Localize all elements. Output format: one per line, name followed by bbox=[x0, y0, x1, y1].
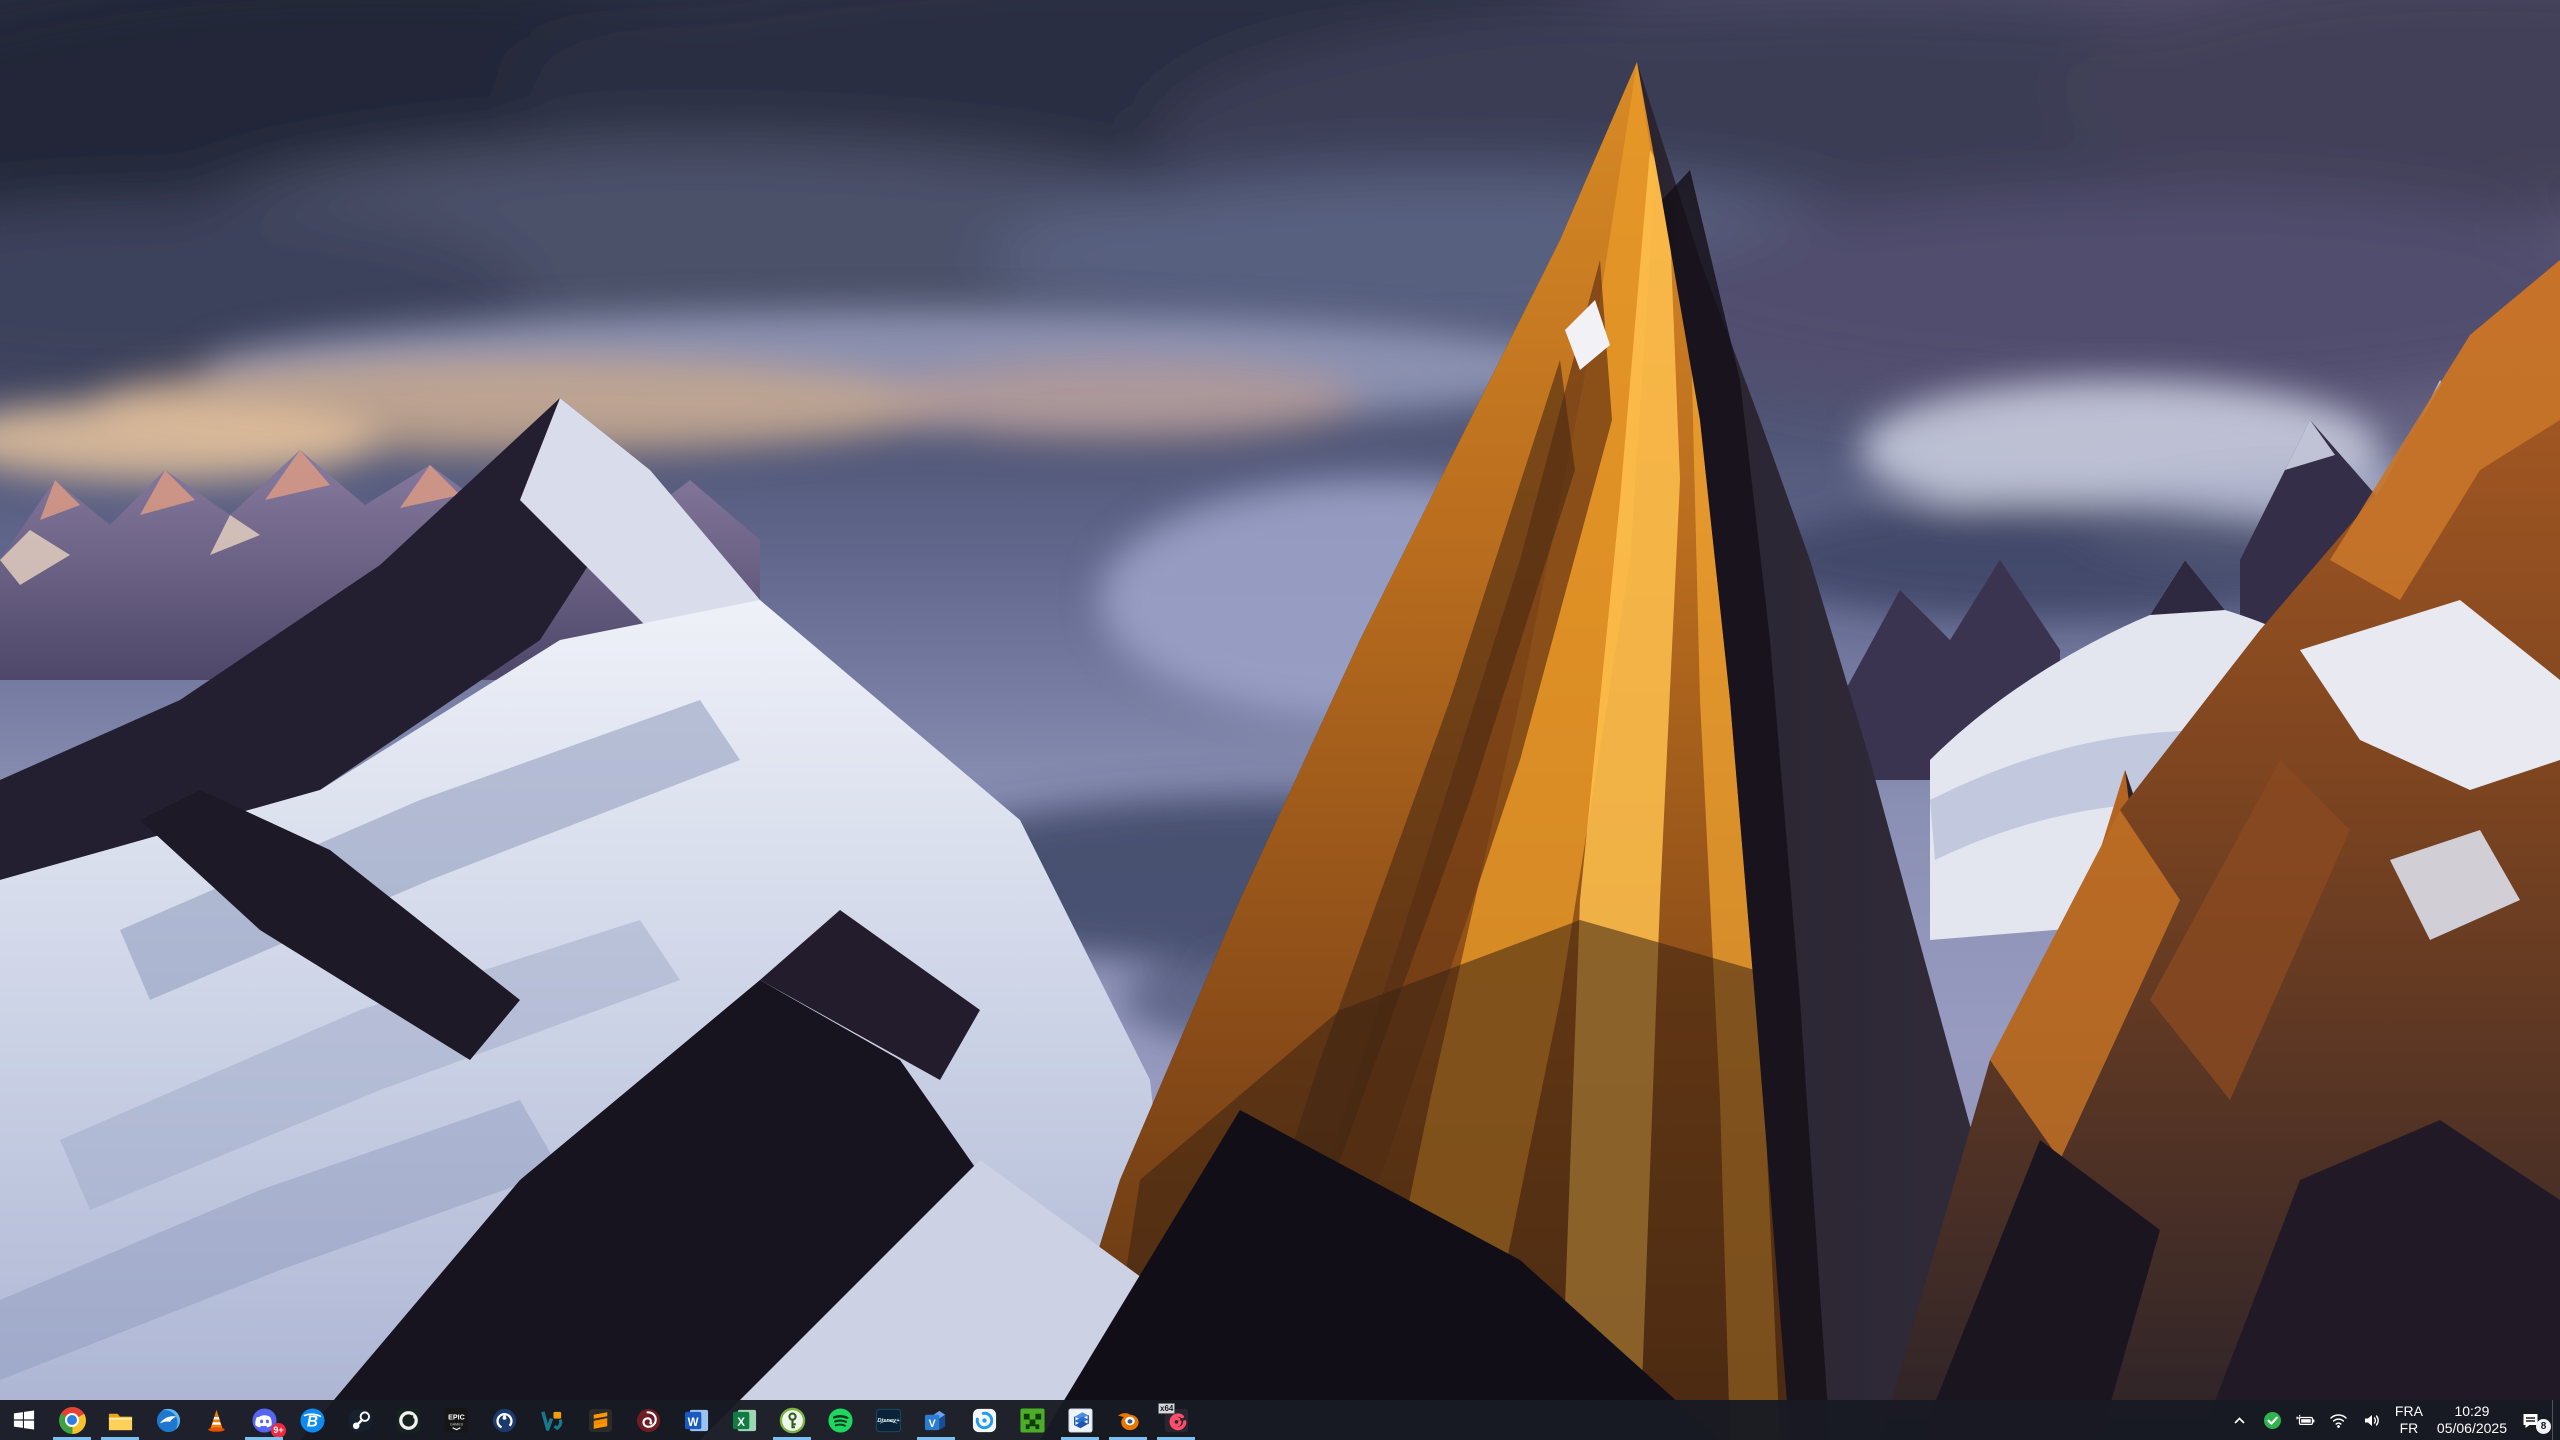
file-explorer-icon bbox=[107, 1407, 134, 1434]
battery-charging-icon bbox=[2296, 1411, 2315, 1430]
steam-icon bbox=[347, 1407, 374, 1434]
svg-text:B: B bbox=[306, 1413, 317, 1430]
power-drop-icon bbox=[491, 1407, 518, 1434]
taskbar-item-ubisoft-connect[interactable] bbox=[960, 1400, 1008, 1440]
taskbar-item-disney-plus[interactable]: Disney+ bbox=[864, 1400, 912, 1440]
chrome-icon bbox=[59, 1407, 86, 1434]
taskbar-item-battle-net[interactable]: B bbox=[288, 1400, 336, 1440]
network-tray-button[interactable] bbox=[2322, 1400, 2355, 1440]
system-tray: FRA FR 10:29 05/06/2025 8 bbox=[2223, 1400, 2560, 1440]
volume-icon bbox=[2362, 1411, 2381, 1430]
taskbar-item-spotify[interactable] bbox=[816, 1400, 864, 1440]
taskbar-item-steam[interactable] bbox=[336, 1400, 384, 1440]
vlc-icon bbox=[203, 1407, 230, 1434]
taskbar: 9+ B EPIC GAMES bbox=[0, 1400, 2560, 1440]
language-indicator[interactable]: FRA FR bbox=[2388, 1400, 2430, 1440]
spotify-icon bbox=[827, 1407, 854, 1434]
excel-icon: X bbox=[731, 1407, 758, 1434]
clock[interactable]: 10:29 05/06/2025 bbox=[2430, 1400, 2514, 1440]
battle-net-icon: B bbox=[299, 1407, 326, 1434]
vb-audio-icon bbox=[539, 1407, 566, 1434]
wifi-icon bbox=[2329, 1411, 2348, 1430]
disney-plus-icon: Disney+ bbox=[875, 1407, 902, 1434]
taskbar-empty-space bbox=[1200, 1400, 2223, 1440]
desktop-wallpaper bbox=[0, 0, 2560, 1440]
taskbar-item-discord[interactable]: 9+ bbox=[240, 1400, 288, 1440]
taskbar-item-chrome[interactable] bbox=[48, 1400, 96, 1440]
windows-logo-icon bbox=[13, 1409, 35, 1431]
minecraft-creeper-icon bbox=[1019, 1407, 1046, 1434]
taskbar-item-minecraft[interactable] bbox=[1008, 1400, 1056, 1440]
language-secondary: FR bbox=[2400, 1420, 2419, 1437]
mountain-wallpaper-art bbox=[0, 0, 2560, 1440]
taskbar-item-word[interactable]: W bbox=[672, 1400, 720, 1440]
sketchup-icon bbox=[1067, 1407, 1094, 1434]
action-center-button[interactable]: 8 bbox=[2514, 1400, 2552, 1440]
security-check-icon bbox=[2263, 1411, 2282, 1430]
discord-notification-badge: 9+ bbox=[271, 1423, 286, 1438]
taskbar-item-dragon-game[interactable] bbox=[384, 1400, 432, 1440]
taskbar-item-maroon-swirl-app[interactable] bbox=[624, 1400, 672, 1440]
language-primary: FRA bbox=[2395, 1403, 2423, 1420]
visio-icon: V bbox=[923, 1407, 950, 1434]
svg-text:Disney+: Disney+ bbox=[877, 1417, 900, 1423]
taskbar-item-x64-app[interactable]: x64 bbox=[1152, 1400, 1200, 1440]
sublime-text-icon bbox=[587, 1407, 614, 1434]
blender-icon bbox=[1115, 1407, 1142, 1434]
taskbar-item-keepass[interactable] bbox=[768, 1400, 816, 1440]
svg-text:X: X bbox=[737, 1416, 745, 1428]
taskbar-item-epic-games[interactable]: EPIC GAMES bbox=[432, 1400, 480, 1440]
show-hidden-icons-button[interactable] bbox=[2223, 1400, 2256, 1440]
keepass-icon bbox=[779, 1407, 806, 1434]
svg-text:W: W bbox=[687, 1416, 698, 1428]
taskbar-item-excel[interactable]: X bbox=[720, 1400, 768, 1440]
notification-count-badge: 8 bbox=[2536, 1419, 2551, 1434]
show-desktop-strip[interactable] bbox=[2552, 1400, 2560, 1440]
security-tray-button[interactable] bbox=[2256, 1400, 2289, 1440]
taskbar-item-sublime-text[interactable] bbox=[576, 1400, 624, 1440]
taskbar-item-vb-audio[interactable] bbox=[528, 1400, 576, 1440]
maroon-swirl-icon bbox=[635, 1407, 662, 1434]
epic-games-icon: EPIC GAMES bbox=[443, 1407, 470, 1434]
taskbar-item-thunderbird[interactable] bbox=[144, 1400, 192, 1440]
taskbar-item-sketchup[interactable] bbox=[1056, 1400, 1104, 1440]
volume-tray-button[interactable] bbox=[2355, 1400, 2388, 1440]
taskbar-item-file-explorer[interactable] bbox=[96, 1400, 144, 1440]
svg-text:GAMES: GAMES bbox=[449, 1422, 463, 1426]
chevron-up-icon bbox=[2230, 1411, 2249, 1430]
start-button[interactable] bbox=[0, 1400, 48, 1440]
word-icon: W bbox=[683, 1407, 710, 1434]
taskbar-item-blender[interactable] bbox=[1104, 1400, 1152, 1440]
x64-overlay-label: x64 bbox=[1158, 1403, 1175, 1414]
svg-text:EPIC: EPIC bbox=[448, 1413, 465, 1421]
thunderbird-icon bbox=[155, 1407, 182, 1434]
taskbar-item-power-drop-app[interactable] bbox=[480, 1400, 528, 1440]
battery-tray-button[interactable] bbox=[2289, 1400, 2322, 1440]
clock-time: 10:29 bbox=[2454, 1403, 2489, 1420]
clock-date: 05/06/2025 bbox=[2437, 1420, 2507, 1437]
dragon-game-icon bbox=[395, 1407, 422, 1434]
taskbar-item-vlc[interactable] bbox=[192, 1400, 240, 1440]
svg-text:V: V bbox=[928, 1417, 935, 1429]
ubisoft-connect-icon bbox=[971, 1407, 998, 1434]
taskbar-item-visio[interactable]: V bbox=[912, 1400, 960, 1440]
